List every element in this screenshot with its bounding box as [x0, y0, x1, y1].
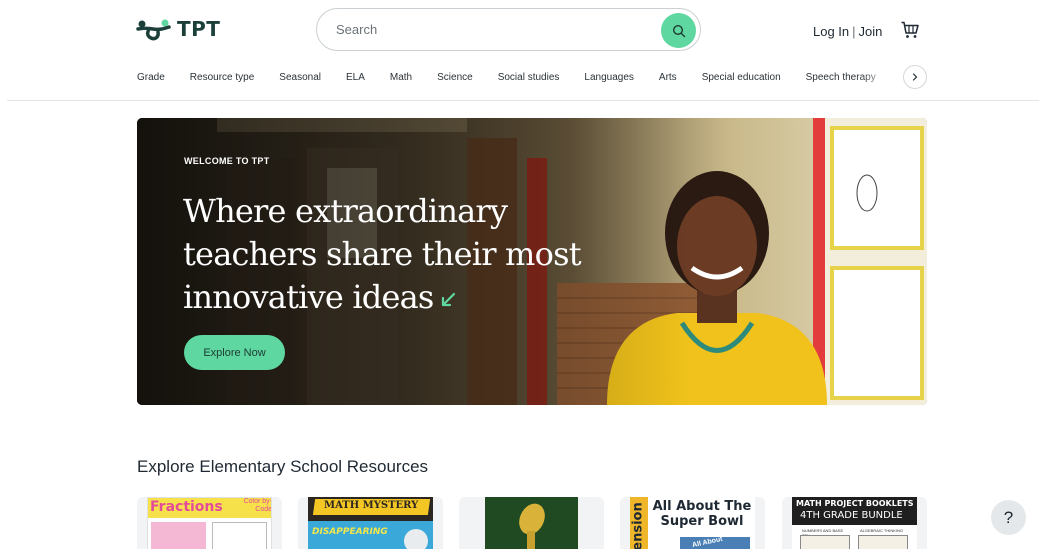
cart-icon	[901, 21, 919, 38]
search-input[interactable]	[336, 22, 636, 37]
nav-item-social-studies[interactable]: Social studies	[498, 72, 560, 83]
nav-item-languages[interactable]: Languages	[584, 72, 634, 83]
hero-banner: WELCOME TO TPT Where extraordinary teach…	[137, 118, 927, 405]
card-title: All About The Super Bowl	[652, 499, 752, 529]
nav-item-science[interactable]: Science	[437, 72, 473, 83]
card-side-label: ension	[630, 502, 646, 549]
search-button[interactable]	[661, 13, 696, 48]
nav-item-resource-type[interactable]: Resource type	[190, 72, 254, 83]
help-button[interactable]: ?	[991, 500, 1026, 535]
auth-links: Log In | Join	[813, 24, 882, 39]
cart-button[interactable]	[900, 20, 920, 45]
hero-title-text: Where extraordinary teachers share their…	[183, 192, 582, 316]
nav-item-grade[interactable]: Grade	[137, 72, 165, 83]
nav-item-special-education[interactable]: Special education	[702, 72, 781, 83]
logo-text: TPT	[177, 17, 221, 41]
hero-eyebrow: WELCOME TO TPT	[184, 156, 270, 166]
category-nav: Grade Resource type Seasonal ELA Math Sc…	[137, 70, 901, 84]
tpt-logo-icon	[136, 19, 171, 41]
resource-card-math-mystery[interactable]: MATH MYSTERY DISAPPEARING	[298, 497, 443, 549]
card-subtitle: 4TH GRADE BUNDLE	[800, 510, 903, 521]
search-icon	[672, 24, 685, 37]
chevron-right-icon	[912, 73, 918, 81]
nav-item-seasonal[interactable]: Seasonal	[279, 72, 321, 83]
help-icon: ?	[1003, 507, 1014, 527]
nav-item-math[interactable]: Math	[390, 72, 412, 83]
nav-item-ela[interactable]: ELA	[346, 72, 365, 83]
card-thumbnail: MATH PROJECT BOOKLETS 4TH GRADE BUNDLE N…	[792, 497, 917, 549]
card-subtitle: DISAPPEARING	[312, 527, 388, 537]
arrow-down-left-icon	[441, 292, 455, 306]
auth-separator: |	[852, 24, 856, 39]
header-divider	[7, 100, 1039, 101]
hero-title: Where extraordinary teachers share their…	[183, 190, 623, 319]
nav-item-arts[interactable]: Arts	[659, 72, 677, 83]
card-thumbnail: MATH MYSTERY DISAPPEARING	[308, 497, 433, 549]
card-caption: ALGEBRAIC THINKING	[860, 528, 904, 533]
card-thumbnail: ension All About The Super Bowl All Abou…	[630, 497, 755, 549]
card-badge: Color by-Code	[243, 498, 272, 513]
tpt-logo[interactable]: TPT	[135, 17, 220, 41]
card-thumbnail	[485, 497, 578, 549]
resource-card-trophy[interactable]	[459, 497, 604, 549]
join-link[interactable]: Join	[859, 24, 883, 39]
resource-card-fractions[interactable]: Fractions Color by-Code	[137, 497, 282, 549]
resource-card-math-project-booklets[interactable]: MATH PROJECT BOOKLETS 4TH GRADE BUNDLE N…	[782, 497, 927, 549]
resource-card-super-bowl[interactable]: ension All About The Super Bowl All Abou…	[620, 497, 765, 549]
section-title: Explore Elementary School Resources	[137, 457, 429, 476]
trophy-image	[519, 503, 545, 549]
card-title: Fractions	[150, 499, 223, 515]
card-title: MATH PROJECT BOOKLETS	[796, 499, 914, 508]
nav-fade	[860, 66, 902, 88]
search-bar	[316, 8, 701, 51]
explore-now-button[interactable]: Explore Now	[184, 335, 285, 370]
card-thumbnail: Fractions Color by-Code	[147, 497, 272, 549]
login-link[interactable]: Log In	[813, 24, 849, 39]
nav-scroll-right-button[interactable]	[903, 65, 927, 89]
card-title: MATH MYSTERY	[324, 500, 419, 511]
